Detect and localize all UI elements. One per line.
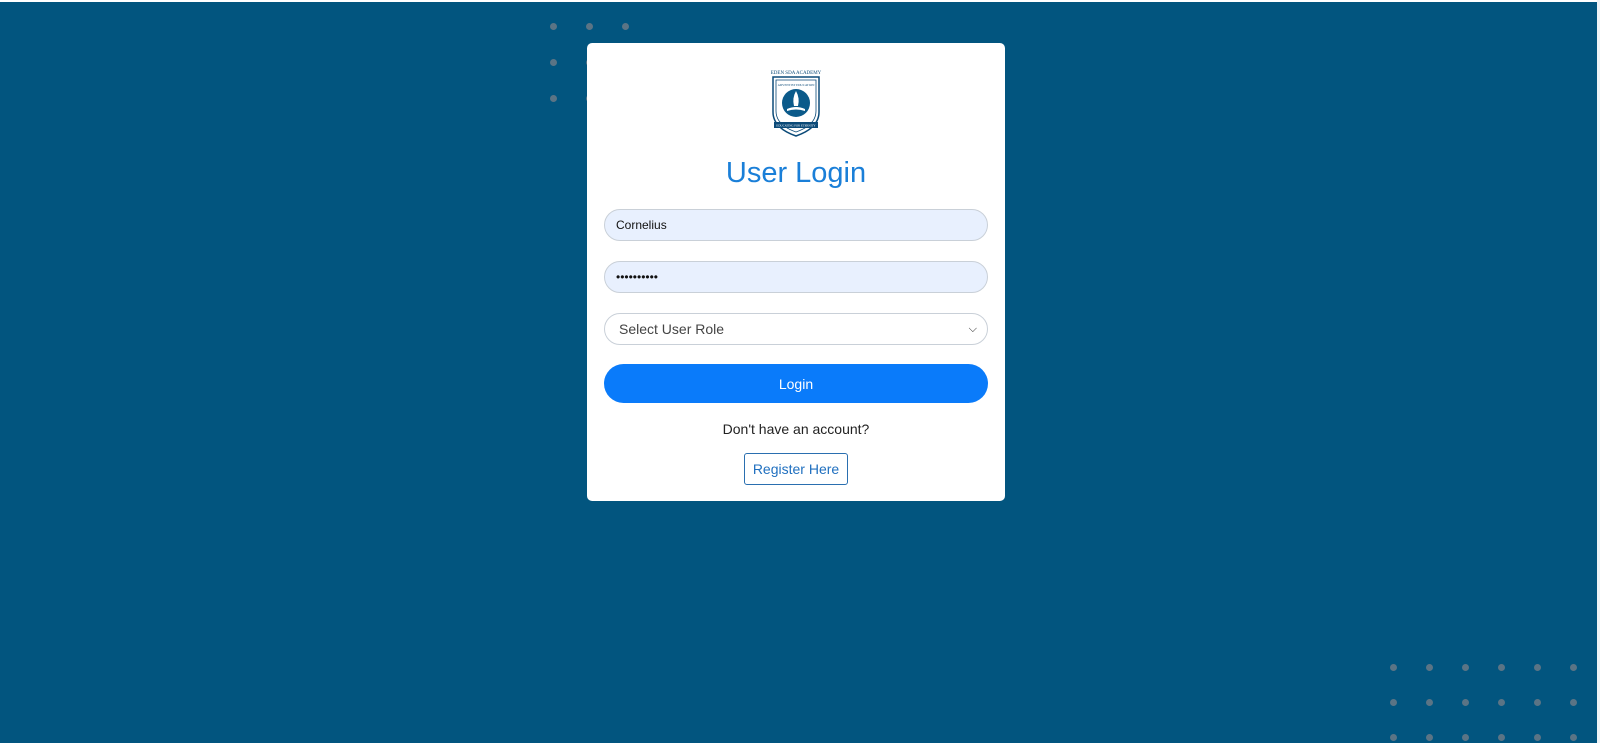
- dot: [1426, 664, 1433, 671]
- dot: [1570, 699, 1577, 706]
- dot: [622, 23, 629, 30]
- dot: [1390, 734, 1397, 741]
- user-role-select[interactable]: Select User Role ⌵: [604, 313, 988, 345]
- dot: [1390, 664, 1397, 671]
- password-input[interactable]: [604, 261, 988, 293]
- dot: [1426, 734, 1433, 741]
- dot: [1570, 664, 1577, 671]
- svg-text:EDEN SDA ACADEMY: EDEN SDA ACADEMY: [771, 71, 822, 76]
- register-button[interactable]: Register Here: [744, 453, 848, 485]
- username-input[interactable]: [604, 209, 988, 241]
- school-crest-logo: EDEN SDA ACADEMY ADVENTIST EDUCATION EDU…: [771, 71, 822, 137]
- user-role-select-value: Select User Role: [619, 321, 725, 337]
- login-card: EDEN SDA ACADEMY ADVENTIST EDUCATION EDU…: [587, 43, 1005, 501]
- dot: [1462, 664, 1469, 671]
- dot: [1534, 664, 1541, 671]
- dot: [1534, 699, 1541, 706]
- chevron-down-icon: ⌵: [968, 322, 977, 335]
- dot: [1498, 734, 1505, 741]
- no-account-text: Don't have an account?: [722, 421, 870, 437]
- dot: [550, 23, 557, 30]
- dot: [1462, 734, 1469, 741]
- dot: [1390, 699, 1397, 706]
- login-button[interactable]: Login: [604, 364, 988, 403]
- dot: [1534, 734, 1541, 741]
- dot: [1498, 699, 1505, 706]
- svg-text:EDUCATING FOR ETERNITY: EDUCATING FOR ETERNITY: [776, 124, 816, 128]
- page-title: User Login: [725, 157, 867, 189]
- dot: [550, 95, 557, 102]
- dot: [586, 23, 593, 30]
- dot: [1498, 664, 1505, 671]
- svg-text:ADVENTIST EDUCATION: ADVENTIST EDUCATION: [778, 83, 816, 87]
- dot: [1426, 699, 1433, 706]
- dot: [1462, 699, 1469, 706]
- dot: [550, 59, 557, 66]
- top-edge: [0, 0, 1600, 2]
- dot: [1570, 734, 1577, 741]
- decorative-dots-bottom: [1390, 664, 1600, 743]
